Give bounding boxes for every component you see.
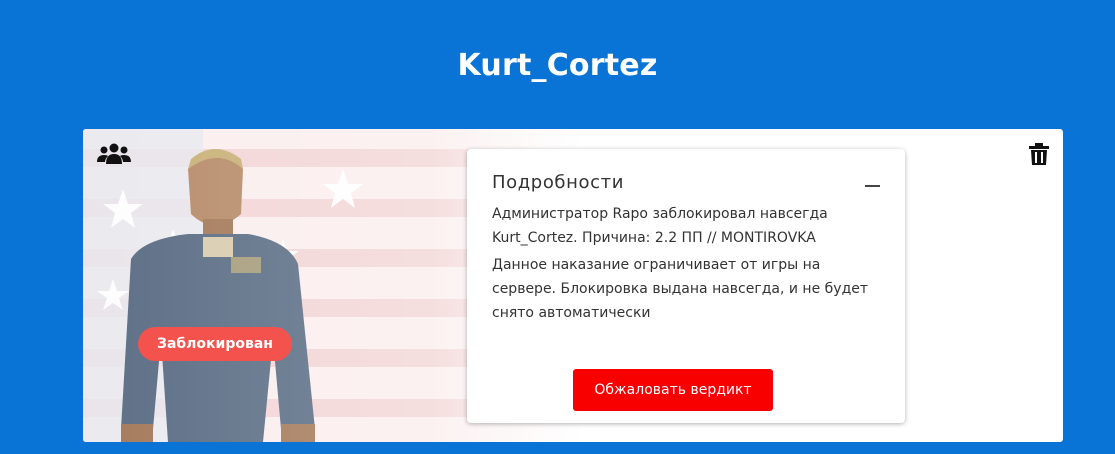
ban-card: Заблокирован Подробности Администратор R… <box>83 129 1063 442</box>
users-icon <box>97 143 131 164</box>
ban-description: Администратор Rapo заблокировал навсегда… <box>492 206 828 246</box>
details-panel: Подробности Администратор Rapo заблокиро… <box>467 149 905 423</box>
minus-icon[interactable] <box>865 185 880 187</box>
ban-effect-text: Данное наказание ограничивает от игры на… <box>492 257 869 321</box>
trash-icon[interactable] <box>1029 143 1049 165</box>
appeal-button[interactable]: Обжаловать вердикт <box>573 369 773 411</box>
status-badge: Заблокирован <box>138 327 292 361</box>
page-title: Kurt_Cortez <box>457 48 658 83</box>
details-heading: Подробности <box>492 172 624 193</box>
